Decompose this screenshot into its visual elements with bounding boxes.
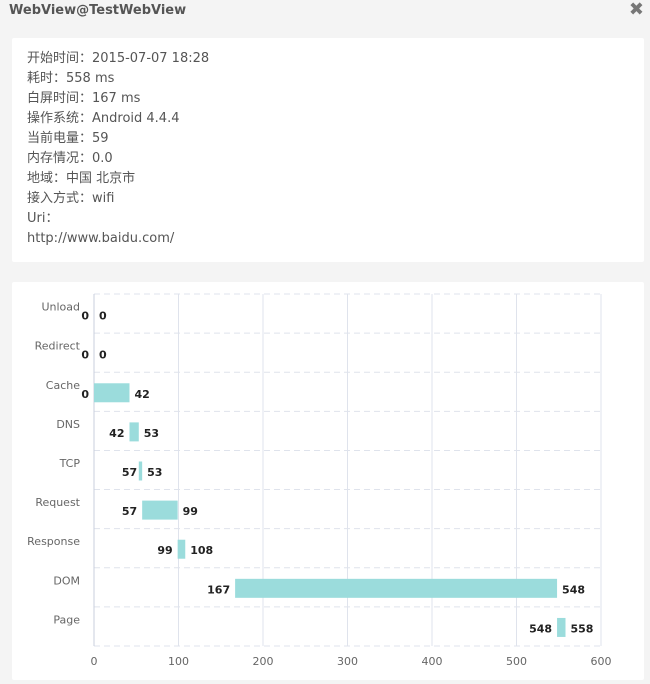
category-label: Request: [35, 496, 80, 509]
timing-bar: [129, 422, 139, 442]
info-list: 开始时间：2015-07-07 18:28 耗时：558 ms 白屏时间：167 m…: [27, 49, 209, 249]
window-title: WebView@TestWebView: [9, 3, 187, 18]
info-line: 耗时：558 ms: [27, 71, 115, 86]
info-line: 操作系统：Android 4.4.4: [27, 111, 180, 126]
timing-bar: [557, 617, 566, 637]
bar-start-label: 548: [529, 622, 552, 635]
bar-end-label: 0: [99, 310, 107, 323]
x-tick-label: 0: [91, 655, 98, 668]
timing-chart-panel: 0 100 200 300 400 500 600 Unload 0 0 Redirect 0 0 Cac…: [12, 282, 644, 680]
bar-end-label: 0: [99, 349, 107, 362]
bar-end-label: 42: [134, 388, 149, 401]
x-tick-label: 300: [337, 655, 358, 668]
bar-start-label: 57: [122, 505, 137, 518]
info-panel: 开始时间：2015-07-07 18:28 耗时：558 ms 白屏时间：167 m…: [12, 38, 644, 262]
bar-end-label: 558: [571, 622, 594, 635]
window-titlebar: WebView@TestWebView ✖: [0, 0, 650, 24]
timing-bar: [94, 383, 130, 403]
bar-start-label: 99: [157, 544, 172, 557]
info-line: 地域：中国 北京市: [27, 171, 136, 186]
bar-start-label: 0: [81, 388, 89, 401]
x-tick-label: 100: [168, 655, 189, 668]
timing-bar: [138, 461, 143, 481]
info-line: 白屏时间：167 ms: [27, 91, 141, 106]
info-line: 开始时间：2015-07-07 18:28: [27, 51, 210, 66]
timing-bar: [142, 500, 178, 520]
info-line: 内存情况：0.0: [27, 151, 113, 166]
info-line: 接入方式：wifi: [27, 191, 115, 206]
bar-end-label: 99: [183, 505, 198, 518]
bar-end-label: 108: [190, 544, 213, 557]
bar-start-label: 0: [81, 310, 89, 323]
bar-end-label: 53: [147, 466, 162, 479]
timing-bar: [235, 578, 558, 598]
category-label: Page: [53, 613, 80, 626]
category-label: Redirect: [35, 340, 81, 353]
bar-start-label: 57: [122, 466, 137, 479]
category-label: DOM: [53, 574, 80, 587]
info-line: http://www.baidu.com/: [27, 231, 175, 246]
bar-end-label: 548: [562, 583, 585, 596]
timing-chart: 0 100 200 300 400 500 600Unload0 0Redirect0 0Cac…: [27, 293, 612, 668]
bar-start-label: 167: [207, 583, 230, 596]
bar-end-label: 53: [144, 427, 159, 440]
close-icon[interactable]: ✖: [629, 0, 644, 20]
timing-bar: [177, 539, 186, 559]
bar-start-label: 0: [81, 349, 89, 362]
category-label: Unload: [41, 301, 80, 314]
category-label: Cache: [46, 379, 80, 392]
info-line: 当前电量：59: [27, 131, 109, 146]
x-tick-label: 200: [253, 655, 274, 668]
info-line: Uri：: [27, 211, 59, 226]
category-label: Response: [27, 535, 80, 548]
x-tick-label: 600: [591, 655, 612, 668]
bar-start-label: 42: [109, 427, 124, 440]
category-label: TCP: [59, 457, 81, 470]
category-label: DNS: [56, 418, 80, 431]
x-tick-label: 400: [422, 655, 443, 668]
x-tick-label: 500: [506, 655, 527, 668]
